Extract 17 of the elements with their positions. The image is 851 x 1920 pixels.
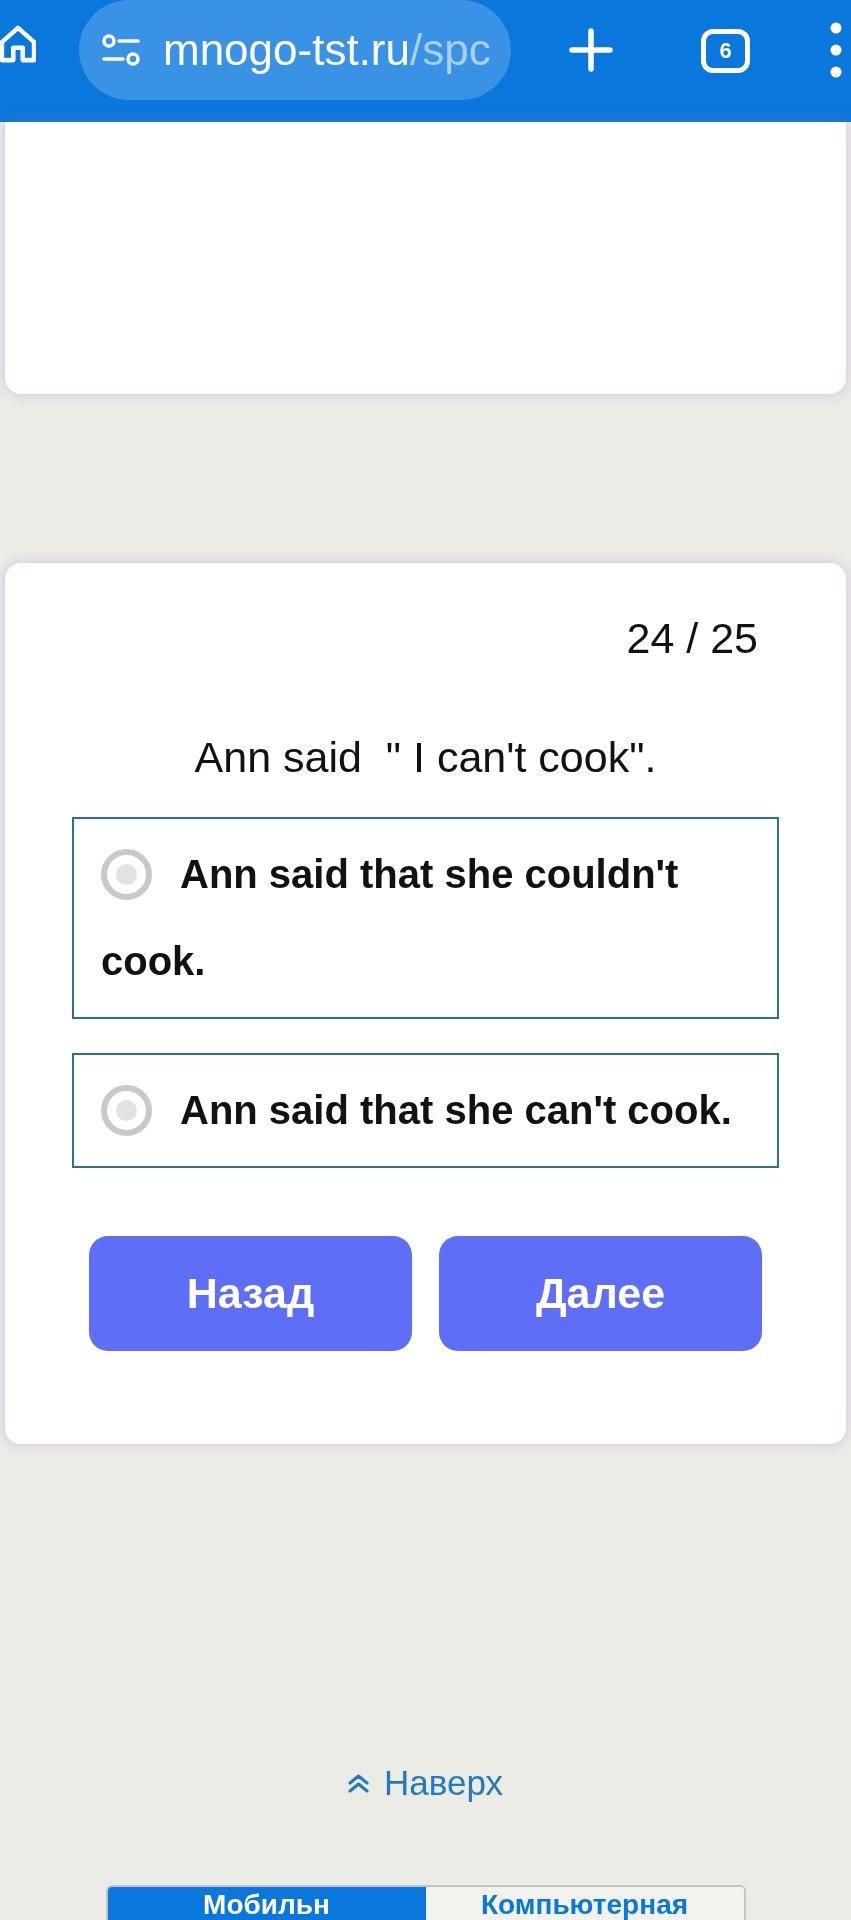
answer-option[interactable]: Ann said that she can't cook. — [72, 1053, 779, 1168]
back-to-top-link[interactable]: Наверх — [348, 1763, 503, 1803]
tab-switcher-button[interactable]: 6 — [701, 29, 750, 73]
menu-icon[interactable] — [830, 22, 842, 78]
view-switch-tab[interactable]: Мобильн — [107, 1887, 426, 1920]
tune-icon[interactable] — [102, 34, 140, 66]
question-text: Ann said " I can't cook". — [194, 732, 657, 782]
double-chevron-up-icon — [348, 1773, 369, 1793]
nav-button[interactable]: Назад — [89, 1236, 412, 1351]
nav-button[interactable]: Далее — [439, 1236, 762, 1351]
question-counter: 24 / 25 — [626, 613, 758, 663]
answer-option[interactable]: Ann said that she couldn't cook. — [72, 817, 779, 1019]
radio-icon[interactable] — [101, 849, 152, 900]
radio-icon[interactable] — [101, 1085, 152, 1136]
address-bar[interactable]: mnogo-tst.ru/spc — [79, 0, 511, 100]
home-icon[interactable] — [0, 25, 36, 63]
plus-icon[interactable] — [569, 28, 613, 72]
